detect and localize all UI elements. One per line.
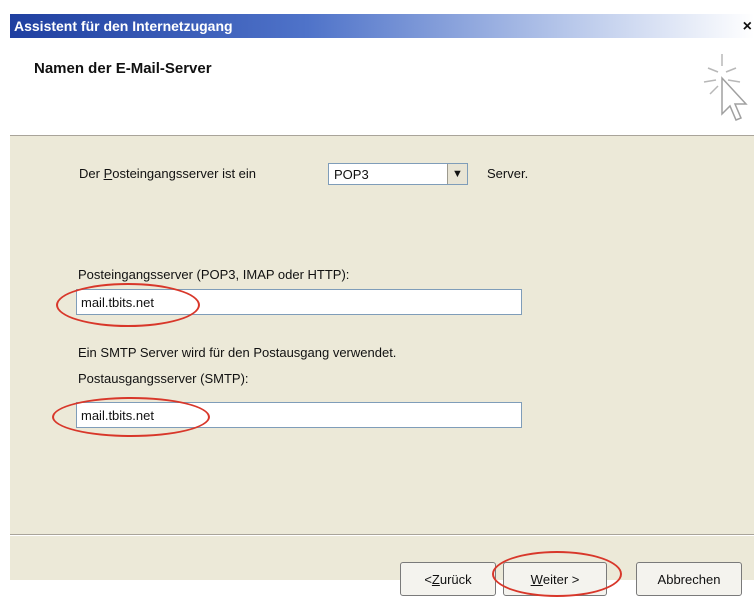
server-type-label: Der Posteingangsserver ist ein	[79, 166, 257, 181]
title-bar: Assistent für den Internetzugang ×	[10, 14, 754, 38]
highlight-circle	[52, 397, 210, 437]
page-title: Namen der E-Mail-Server	[34, 60, 212, 77]
back-button[interactable]: < Zurück	[400, 562, 496, 596]
highlight-circle	[492, 551, 622, 597]
window-title: Assistent für den Internetzugang	[14, 18, 233, 34]
highlight-circle	[56, 283, 200, 327]
close-icon[interactable]: ×	[743, 18, 752, 36]
server-suffix-label: Server.	[487, 166, 529, 181]
server-type-value: POP3	[334, 167, 369, 182]
chevron-down-icon[interactable]: ▼	[447, 164, 467, 184]
wizard-header: Namen der E-Mail-Server	[10, 38, 754, 136]
incoming-server-label: Posteingangsserver (POP3, IMAP oder HTTP…	[78, 267, 350, 282]
button-separator	[10, 534, 754, 536]
cancel-button[interactable]: Abbrechen	[636, 562, 742, 596]
outgoing-server-label: Postausgangsserver (SMTP):	[78, 371, 249, 386]
smtp-info-text: Ein SMTP Server wird für den Postausgang…	[78, 345, 397, 360]
wizard-cursor-icon	[703, 54, 748, 121]
server-type-select[interactable]: POP3 ▼	[328, 163, 468, 185]
